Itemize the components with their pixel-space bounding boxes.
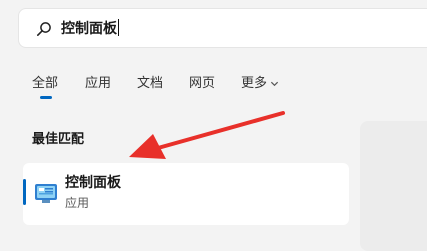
best-match-result[interactable] — [23, 163, 349, 225]
tab-more-label: 更多 — [241, 76, 268, 91]
control-panel-icon — [35, 184, 57, 203]
best-match-heading: 最佳匹配 — [32, 132, 85, 147]
tab-more[interactable]: 更多 — [241, 74, 279, 94]
search-input[interactable]: 控制面板 — [61, 19, 119, 39]
tab-all[interactable]: 全部 — [32, 74, 58, 94]
filter-tabs: 全部 应用 文档 网页 更多 — [0, 74, 427, 100]
result-title: 控制面板 — [65, 175, 121, 191]
search-icon — [36, 22, 51, 36]
search-box[interactable]: 控制面板 — [18, 8, 427, 48]
tab-documents[interactable]: 文档 — [137, 74, 163, 94]
details-panel — [360, 121, 427, 251]
selection-accent — [23, 179, 26, 205]
chevron-down-icon — [270, 81, 279, 87]
tab-apps[interactable]: 应用 — [85, 74, 111, 94]
active-tab-indicator — [40, 96, 52, 99]
text-caret — [118, 19, 119, 36]
result-type: 应用 — [65, 196, 90, 210]
tab-web[interactable]: 网页 — [189, 74, 215, 94]
